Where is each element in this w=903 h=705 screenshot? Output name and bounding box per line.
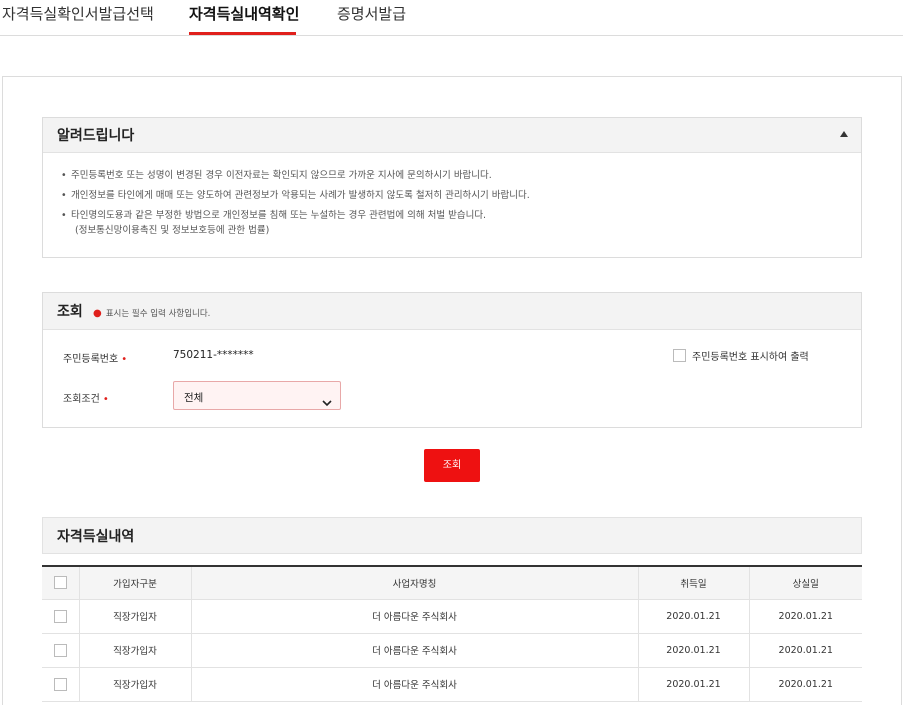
select-all-cell	[42, 566, 79, 600]
cell-lost: 2020.01.21	[748, 633, 862, 668]
cell-lost: 2020.01.21	[748, 599, 862, 634]
show-rrn-checkbox[interactable]: 주민등록번호 표시하여 출력	[673, 348, 809, 363]
notice-title: 알려드립니다	[57, 128, 135, 144]
tab-certificate-issue[interactable]: 증명서발급	[337, 3, 406, 24]
required-dot-icon: •	[121, 354, 128, 365]
notice-item-text: 타인명의도용과 같은 부정한 방법으로 개인정보를 침해 또는 누설하는 경우 …	[71, 210, 487, 221]
cell-type: 직장가입자	[78, 633, 191, 668]
search-box: 조회 ● 표시는 필수 입력 사항입니다. 주민등록번호 • 750211-****…	[42, 292, 862, 428]
cell-company: 더 아름다운 주식회사	[190, 599, 638, 634]
tab-bar: 자격득실확인서발급선택 자격득실내역확인 증명서발급	[0, 0, 903, 36]
cell-acquired: 2020.01.21	[637, 599, 749, 634]
row-checkbox[interactable]	[53, 643, 67, 657]
cell-lost: 2020.01.21	[748, 667, 862, 702]
tab-history-check[interactable]: 자격득실내역확인	[189, 3, 299, 24]
row-select-cell	[42, 599, 79, 634]
select-all-checkbox[interactable]	[53, 576, 67, 590]
row-select-cell	[42, 633, 79, 668]
required-dot-icon: •	[102, 394, 109, 405]
notice-item: 개인정보를 타인에게 매매 또는 양도하여 관련정보가 악용되는 사례가 발생하…	[61, 189, 861, 203]
notice-list: 주민등록번호 또는 성명이 변경된 경우 이전자료는 확인되지 않으므로 가까운…	[43, 153, 861, 238]
rrn-value: 750211-*******	[173, 349, 254, 361]
condition-select-value: 전체	[184, 392, 204, 404]
row-select-cell	[42, 667, 79, 702]
cell-type: 직장가입자	[78, 599, 191, 634]
notice-item-subtext: (정보통신망이용촉진 및 정보보호등에 관한 법률)	[75, 225, 270, 236]
active-tab-indicator	[189, 32, 296, 35]
search-button[interactable]: 조회	[424, 449, 480, 482]
condition-select[interactable]: 전체	[173, 381, 341, 410]
results-table: 가입자구분 사업자명칭 취득일 상실일 직장가입자 더 아름다운 주식회사 20…	[42, 565, 862, 702]
notice-header: 알려드립니다	[43, 118, 861, 153]
notice-box: 알려드립니다 주민등록번호 또는 성명이 변경된 경우 이전자료는 확인되지 않…	[42, 117, 862, 258]
search-header: 조회 ● 표시는 필수 입력 사항입니다.	[43, 293, 861, 330]
cell-company: 더 아름다운 주식회사	[190, 667, 638, 702]
required-note: ● 표시는 필수 입력 사항입니다.	[93, 308, 211, 319]
row-checkbox[interactable]	[53, 609, 67, 623]
column-header: 사업자명칭	[190, 566, 638, 600]
cell-type: 직장가입자	[78, 667, 191, 702]
required-dot-icon: ●	[93, 308, 102, 319]
tab-certificate-select[interactable]: 자격득실확인서발급선택	[2, 3, 154, 24]
chevron-down-icon	[322, 392, 332, 411]
condition-label: 조회조건 •	[63, 394, 109, 405]
column-header: 상실일	[748, 566, 862, 600]
table-row: 직장가입자 더 아름다운 주식회사 2020.01.21 2020.01.21	[42, 599, 862, 634]
table-row: 직장가입자 더 아름다운 주식회사 2020.01.21 2020.01.21	[42, 633, 862, 668]
search-title: 조회	[57, 304, 83, 320]
results-title: 자격득실내역	[57, 529, 135, 545]
column-header: 취득일	[637, 566, 749, 600]
rrn-label: 주민등록번호 •	[63, 354, 128, 365]
table-header-row: 가입자구분 사업자명칭 취득일 상실일	[42, 566, 862, 600]
column-header: 가입자구분	[78, 566, 191, 600]
notice-item: 주민등록번호 또는 성명이 변경된 경우 이전자료는 확인되지 않으므로 가까운…	[61, 169, 861, 183]
checkbox[interactable]	[673, 349, 686, 362]
cell-company: 더 아름다운 주식회사	[190, 633, 638, 668]
table-row: 직장가입자 더 아름다운 주식회사 2020.01.21 2020.01.21	[42, 667, 862, 702]
cell-acquired: 2020.01.21	[637, 633, 749, 668]
results-header: 자격득실내역	[42, 517, 862, 554]
cell-acquired: 2020.01.21	[637, 667, 749, 702]
notice-item: 타인명의도용과 같은 부정한 방법으로 개인정보를 침해 또는 누설하는 경우 …	[61, 209, 861, 238]
triangle-up-icon[interactable]	[839, 130, 849, 140]
row-checkbox[interactable]	[53, 677, 67, 691]
show-rrn-label: 주민등록번호 표시하여 출력	[692, 352, 809, 363]
